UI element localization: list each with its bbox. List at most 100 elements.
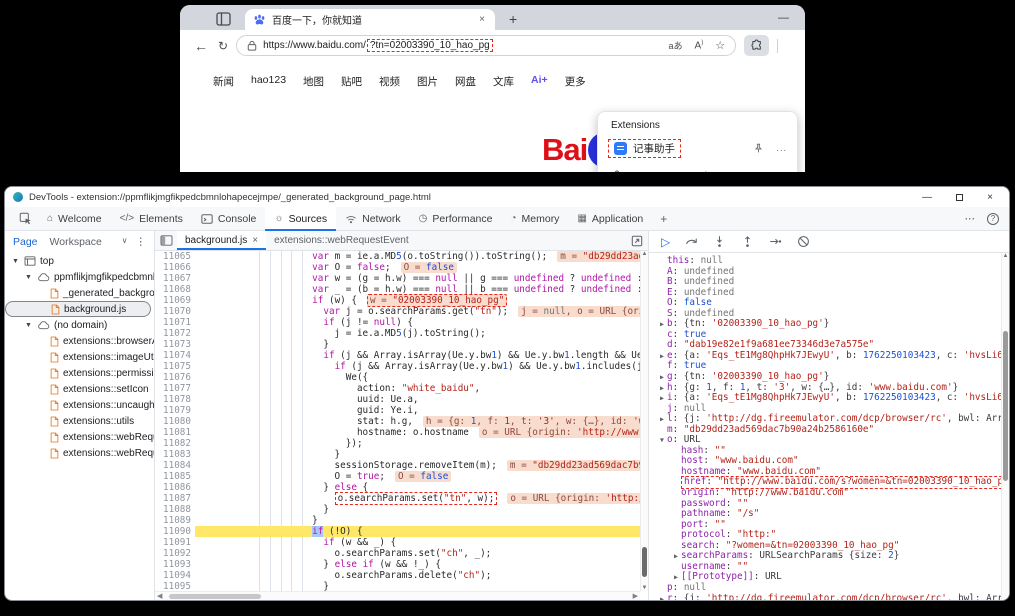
code-line[interactable]: 11076 We({ [155, 372, 640, 383]
scope-scrollbar[interactable]: ▲ [1001, 253, 1009, 600]
baidu-nav-link[interactable]: hao123 [251, 74, 286, 89]
navigator-tab-workspace[interactable]: Workspace [50, 236, 102, 248]
lock-icon[interactable] [247, 40, 257, 51]
editor-overflow-icon[interactable] [626, 231, 648, 250]
new-tab-button[interactable]: + [509, 12, 517, 30]
devtools-tab-memory[interactable]: ◔Memory [501, 207, 568, 231]
devtools-restore-button[interactable] [956, 194, 963, 201]
line-number[interactable]: 11087 [155, 493, 195, 504]
tree-item-extensions-permissions[interactable]: extensions::permissions [5, 365, 154, 381]
line-number[interactable]: 11082 [155, 438, 195, 449]
extension-more-icon[interactable]: ... [776, 143, 787, 153]
code-line[interactable]: 11082 }); [155, 438, 640, 449]
line-number[interactable]: 11086 [155, 482, 195, 493]
editor-horizontal-scrollbar[interactable]: ◀ ▶ [155, 591, 640, 600]
tree-item-extensions-browseraction[interactable]: extensions::browserAction [5, 333, 154, 349]
baidu-nav-link[interactable]: 文库 [493, 74, 514, 89]
devtools-minimize-button[interactable]: — [922, 192, 932, 203]
browser-tab[interactable]: 百度一下，你就知道 × [245, 9, 495, 30]
tree-item-extensions-utils[interactable]: extensions::utils [5, 413, 154, 429]
code-line[interactable]: 11069 if (w) {w = "02003390_10_hao_pg" [155, 295, 640, 306]
line-number[interactable]: 11071 [155, 317, 195, 328]
tree-item-extensions-imageutil[interactable]: extensions::imageUtil [5, 349, 154, 365]
line-number[interactable]: 11072 [155, 328, 195, 339]
line-number[interactable]: 11065 [155, 251, 195, 262]
line-number[interactable]: 11085 [155, 471, 195, 482]
code-line[interactable]: 11081 hostname: o.hostnameo = URL {origi… [155, 427, 640, 438]
expander-icon[interactable]: ▶ [671, 551, 681, 562]
editor-tab-background-js[interactable]: background.js× [177, 231, 266, 250]
code-line-paused[interactable]: 11090 if (!O) { [155, 526, 640, 537]
code-line[interactable]: 11091 if (w && _) { [155, 537, 640, 548]
tree-item-ppmflikjmgfikpedcbmnloh-[interactable]: ▼ppmflikjmgfikpedcbmnloh... [5, 269, 154, 285]
favorite-star-icon[interactable]: ☆ [715, 39, 725, 52]
devtools-more-menu-icon[interactable]: ⋯ [965, 213, 976, 225]
translate-icon[interactable]: aあ [669, 39, 683, 52]
more-tools-button[interactable]: + [652, 212, 675, 226]
line-number[interactable]: 11092 [155, 548, 195, 559]
tree-item-extensions-seticon[interactable]: extensions::setIcon [5, 381, 154, 397]
baidu-nav-link[interactable]: Ai+ [531, 74, 548, 89]
baidu-nav-link[interactable]: 贴吧 [341, 74, 362, 89]
line-number[interactable]: 11067 [155, 273, 195, 284]
pin-extension-icon[interactable] [753, 143, 764, 154]
expander-icon[interactable]: ▶ [657, 372, 667, 383]
devtools-tab-console[interactable]: Console [192, 207, 266, 231]
navigator-toggle-icon[interactable] [155, 231, 177, 250]
baidu-nav-link[interactable]: 地图 [303, 74, 324, 89]
line-number[interactable]: 11074 [155, 350, 195, 361]
expander-icon[interactable]: ▼ [24, 322, 33, 329]
expander-icon[interactable]: ▼ [24, 274, 33, 281]
line-number[interactable]: 11095 [155, 581, 195, 591]
tree-item--no-domain-[interactable]: ▼(no domain) [5, 317, 154, 333]
line-number[interactable]: 11078 [155, 394, 195, 405]
code-line[interactable]: 11078 uuid: Ue.a, [155, 394, 640, 405]
resume-script-icon[interactable]: ▷ [661, 235, 670, 249]
expander-icon[interactable]: ▼ [657, 435, 667, 446]
line-number[interactable]: 11069 [155, 295, 195, 306]
baidu-nav-link[interactable]: 视频 [379, 74, 400, 89]
code-viewport[interactable]: 11065 var m = ie.a.MD5(o.toString()).toS… [155, 251, 640, 591]
expander-icon[interactable]: ▶ [657, 393, 667, 404]
deactivate-breakpoints-icon[interactable] [797, 235, 810, 248]
line-number[interactable]: 11075 [155, 361, 195, 372]
tree-item-extensions-webrequest[interactable]: extensions::webRequest [5, 429, 154, 445]
code-line[interactable]: 11079 guid: Ye.i, [155, 405, 640, 416]
devtools-tab-elements[interactable]: </>Elements [111, 207, 192, 231]
extension-item-annotated[interactable]: 记事助手 [608, 139, 681, 158]
code-line[interactable]: 11085 O = true;O = false [155, 471, 640, 482]
line-number[interactable]: 11077 [155, 383, 195, 394]
read-aloud-icon[interactable]: A) [695, 40, 704, 51]
line-number[interactable]: 11079 [155, 405, 195, 416]
tab-close-icon[interactable]: × [477, 14, 487, 25]
close-tab-icon[interactable]: × [252, 235, 258, 246]
expander-icon[interactable]: ▶ [657, 594, 667, 601]
tree-item--generated-background-[interactable]: _generated_background... [5, 285, 154, 301]
code-line[interactable]: 11074 if (j && Array.isArray(Ue.y.bw1) &… [155, 350, 640, 361]
code-line[interactable]: 11087 o.searchParams.set("tn", w);o = UR… [155, 493, 640, 504]
expander-icon[interactable]: ▶ [657, 414, 667, 425]
chevron-down-icon[interactable]: ∨ [122, 236, 128, 248]
step-icon[interactable] [769, 235, 782, 248]
code-line[interactable]: 11075 if (j && Array.isArray(Ue.y.bw1) &… [155, 361, 640, 372]
devtools-close-button[interactable]: × [987, 192, 993, 203]
tree-item-background-js[interactable]: background.js [5, 301, 151, 317]
line-number[interactable]: 11066 [155, 262, 195, 273]
back-icon[interactable]: ← [194, 38, 208, 54]
expander-icon[interactable]: ▶ [657, 351, 667, 362]
code-line[interactable]: 11089 } [155, 515, 640, 526]
scope-variable-r[interactable]: ▶r: {j: 'http://dg.fireemulator.com/dcp/… [649, 594, 1001, 601]
expander-icon[interactable]: ▶ [657, 319, 667, 330]
line-number[interactable]: 11091 [155, 537, 195, 548]
code-line[interactable]: 11070 var j = o.searchParams.get("tn");j… [155, 306, 640, 317]
kebab-menu-icon[interactable]: ⋮ [136, 236, 147, 248]
code-line[interactable]: 11094 o.searchParams.delete("ch"); [155, 570, 640, 581]
tree-item-extensions-webrequest-[interactable]: extensions::webRequest... [5, 445, 154, 461]
baidu-nav-link[interactable]: 图片 [417, 74, 438, 89]
line-number[interactable]: 11083 [155, 449, 195, 460]
baidu-nav-link[interactable]: 网盘 [455, 74, 476, 89]
line-number[interactable]: 11088 [155, 504, 195, 515]
expander-icon[interactable]: ▼ [11, 258, 20, 265]
code-line[interactable]: 11067 var w = (g = h.w) === null || g ==… [155, 273, 640, 284]
line-number[interactable]: 11080 [155, 416, 195, 427]
